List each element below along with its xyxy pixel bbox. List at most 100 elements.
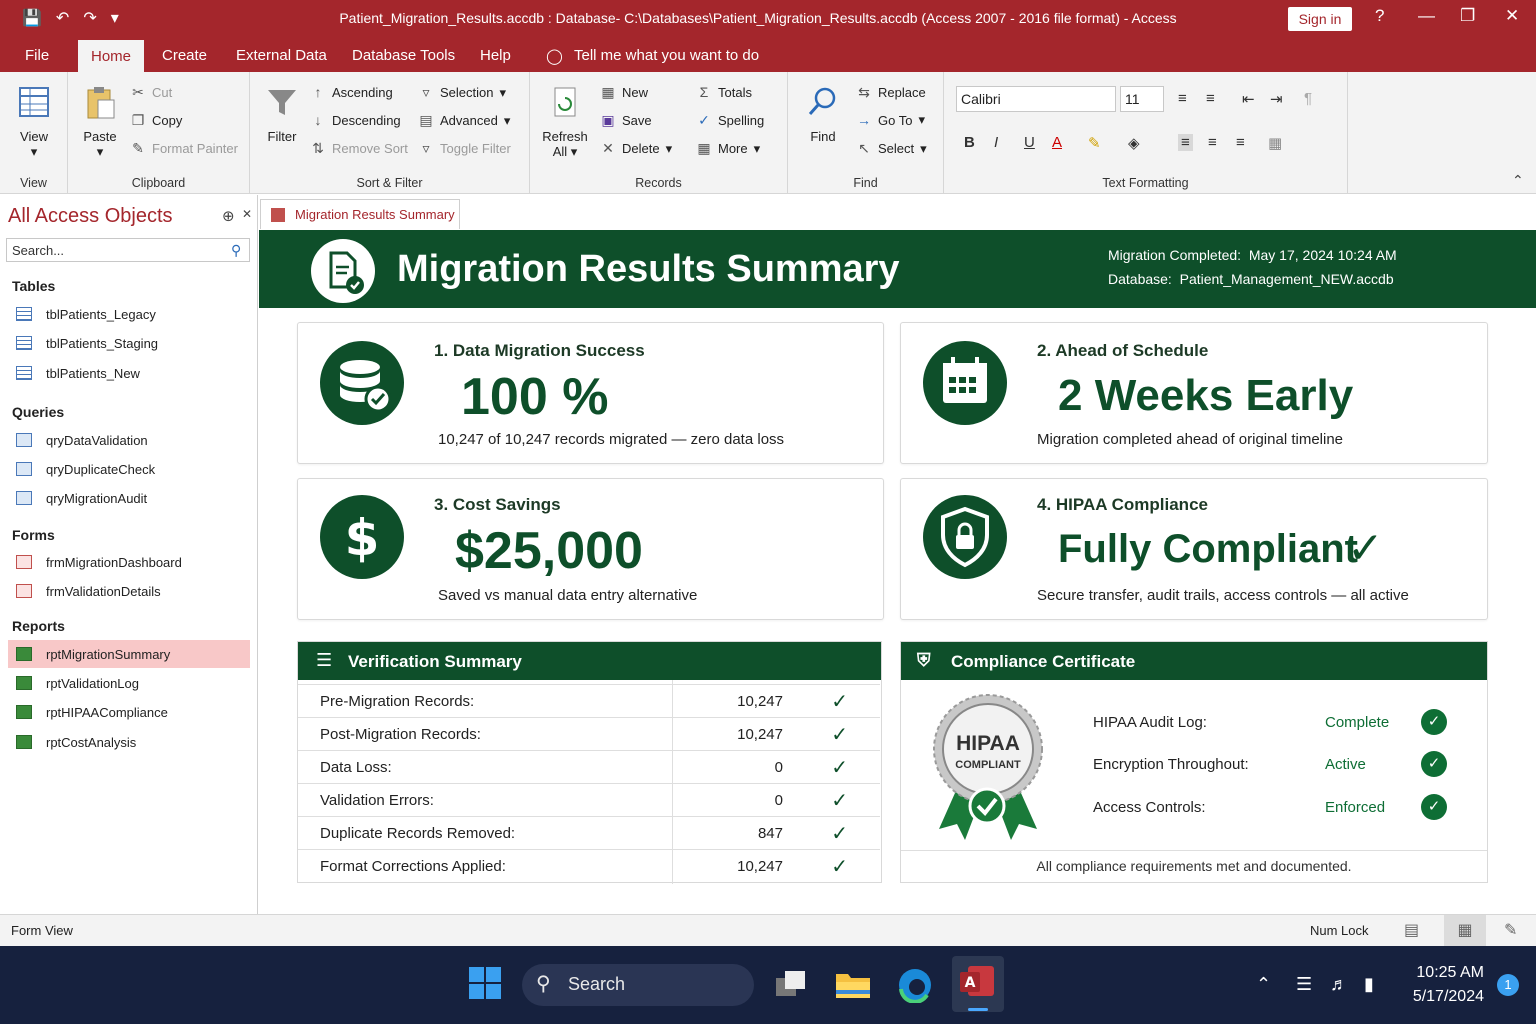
nav-section-forms[interactable]: Forms: [12, 527, 55, 543]
replace-button[interactable]: ⇆ Replace: [856, 84, 926, 101]
numbering-icon[interactable]: ≡: [1206, 90, 1215, 107]
design-view-icon[interactable]: ✎: [1504, 920, 1517, 940]
fill-color-icon[interactable]: ◈: [1128, 134, 1140, 152]
remove-sort-button[interactable]: ⇅ Remove Sort: [310, 140, 408, 157]
taskbar-search[interactable]: ⚲ Search: [522, 964, 754, 1006]
ascending-button[interactable]: ↑ Ascending: [310, 84, 393, 100]
nav-item-tblpatients-staging[interactable]: tblPatients_Staging: [8, 329, 250, 357]
paragraph-icon[interactable]: ¶: [1304, 90, 1312, 107]
nav-item-rptmigrationsummary[interactable]: rptMigrationSummary: [8, 640, 250, 668]
nav-item-rpthipaacompliance[interactable]: rptHIPAACompliance: [8, 698, 250, 726]
advanced-button[interactable]: ▤ Advanced ▾: [418, 112, 510, 129]
bold-button[interactable]: B: [964, 134, 975, 151]
descending-button[interactable]: ↓ Descending: [310, 112, 401, 128]
restore-icon[interactable]: ❐: [1460, 6, 1475, 26]
customize-qat-icon[interactable]: ▾: [111, 8, 119, 28]
nav-item-qryduplicatecheck[interactable]: qryDuplicateCheck: [8, 455, 250, 483]
tray-overflow-icon[interactable]: ⌃: [1256, 974, 1271, 995]
redo-icon[interactable]: ↷: [83, 8, 96, 28]
format-painter-button[interactable]: ✎ Format Painter: [130, 140, 238, 157]
nav-menu-icon[interactable]: ⊕: [222, 207, 235, 225]
help-button[interactable]: ?: [1375, 6, 1384, 26]
collapse-ribbon-icon[interactable]: ⌃: [1512, 172, 1524, 189]
nav-item-label: qryMigrationAudit: [46, 490, 148, 506]
search-icon[interactable]: ⚲: [231, 242, 241, 259]
align-left-icon[interactable]: ≡: [1178, 134, 1193, 151]
wifi-icon[interactable]: ☰: [1296, 974, 1312, 995]
nav-section-tables[interactable]: Tables: [12, 278, 55, 294]
nav-item-qrydatavalidation[interactable]: qryDataValidation: [8, 426, 250, 454]
nav-item-rptvalidationlog[interactable]: rptValidationLog: [8, 669, 250, 697]
tab-external-data[interactable]: External Data: [236, 47, 327, 64]
bullets-icon[interactable]: ≡: [1178, 90, 1187, 107]
file-explorer-icon[interactable]: [835, 968, 871, 1003]
nav-item-frmmigrationdashboard[interactable]: frmMigrationDashboard: [8, 548, 250, 576]
tab-create[interactable]: Create: [162, 47, 207, 64]
card-value: 2 Weeks Early: [1058, 371, 1354, 420]
minimize-icon[interactable]: —: [1418, 6, 1435, 26]
nav-section-queries[interactable]: Queries: [12, 404, 64, 420]
close-icon[interactable]: ✕: [1505, 6, 1519, 26]
save-icon[interactable]: 💾: [22, 8, 42, 28]
document-check-icon: [329, 251, 364, 294]
delete-record-button[interactable]: ✕ Delete ▾: [600, 140, 672, 157]
font-color-button[interactable]: A: [1052, 134, 1062, 151]
chevron-down-icon: ▾: [753, 140, 761, 156]
task-view-icon[interactable]: [774, 968, 808, 1000]
view-button[interactable]: View ▾: [14, 84, 54, 160]
toggle-filter-button[interactable]: ▿ Toggle Filter: [418, 140, 510, 157]
volume-icon[interactable]: ♬: [1330, 974, 1348, 995]
nav-item-frmvalidationdetails[interactable]: frmValidationDetails: [8, 577, 250, 605]
notification-badge[interactable]: 1: [1497, 974, 1519, 996]
more-button[interactable]: ▦ More ▾: [696, 140, 760, 157]
underline-button[interactable]: U: [1024, 134, 1035, 151]
table-row: Post-Migration Records: 10,247 ✓: [298, 717, 880, 750]
sign-in-button[interactable]: Sign in: [1288, 7, 1352, 31]
refresh-all-button[interactable]: Refresh All ▾: [540, 84, 590, 160]
align-center-icon[interactable]: ≡: [1208, 134, 1217, 151]
align-right-icon[interactable]: ≡: [1236, 134, 1245, 151]
access-taskbar-button[interactable]: A: [952, 956, 1004, 1012]
save-record-button[interactable]: ▣ Save: [600, 112, 651, 129]
italic-button[interactable]: I: [994, 134, 998, 151]
copy-button[interactable]: ❐ Copy: [130, 112, 183, 129]
find-button[interactable]: Find: [802, 84, 844, 144]
tab-database-tools[interactable]: Database Tools: [352, 47, 455, 64]
battery-icon[interactable]: ▮: [1364, 974, 1374, 995]
nav-search-input[interactable]: Search...: [6, 238, 250, 262]
spelling-button[interactable]: ✓ Spelling: [696, 112, 764, 129]
tab-home[interactable]: Home: [78, 40, 145, 72]
go-to-button[interactable]: → Go To ▾: [856, 112, 925, 128]
nav-item-tblpatients-new[interactable]: tblPatients_New: [8, 359, 250, 387]
select-button[interactable]: ↖ Select ▾: [856, 140, 927, 157]
undo-icon[interactable]: ↶: [56, 8, 69, 28]
nav-item-qrymigrationaudit[interactable]: qryMigrationAudit: [8, 484, 250, 512]
tab-file[interactable]: File: [25, 47, 49, 64]
font-name-select[interactable]: Calibri: [956, 86, 1116, 112]
nav-section-reports[interactable]: Reports: [12, 618, 65, 634]
nav-pane-title[interactable]: All Access Objects: [8, 205, 173, 228]
cut-button[interactable]: ✂ Cut: [130, 84, 172, 101]
edge-browser-icon[interactable]: [897, 967, 933, 1006]
tab-help[interactable]: Help: [480, 47, 511, 64]
highlight-icon[interactable]: ✎: [1088, 134, 1101, 152]
nav-item-tblpatients-legacy[interactable]: tblPatients_Legacy: [8, 300, 250, 328]
gridlines-icon[interactable]: ▦: [1268, 134, 1282, 152]
nav-item-rptcostanalysis[interactable]: rptCostAnalysis: [8, 728, 250, 756]
taskbar-date[interactable]: 5/17/2024: [1400, 988, 1484, 1006]
font-size-select[interactable]: 11: [1120, 86, 1164, 112]
taskbar-time[interactable]: 10:25 AM: [1400, 964, 1484, 982]
windows-start-icon[interactable]: [468, 966, 502, 1003]
form-view-icon[interactable]: ▤: [1404, 920, 1419, 940]
selection-button[interactable]: ▿ Selection ▾: [418, 84, 506, 101]
increase-indent-icon[interactable]: ⇥: [1270, 90, 1283, 108]
document-tab[interactable]: Migration Results Summary: [260, 199, 460, 229]
tell-me-search[interactable]: Tell me what you want to do: [574, 47, 759, 64]
layout-view-icon[interactable]: ▦: [1444, 915, 1486, 946]
decrease-indent-icon[interactable]: ⇤: [1242, 90, 1255, 108]
filter-button[interactable]: Filter: [264, 84, 300, 144]
nav-close-icon[interactable]: ✕: [242, 207, 252, 221]
paste-button[interactable]: Paste ▾: [80, 84, 120, 160]
totals-button[interactable]: Σ Totals: [696, 84, 752, 100]
new-record-button[interactable]: ▦ New: [600, 84, 648, 101]
